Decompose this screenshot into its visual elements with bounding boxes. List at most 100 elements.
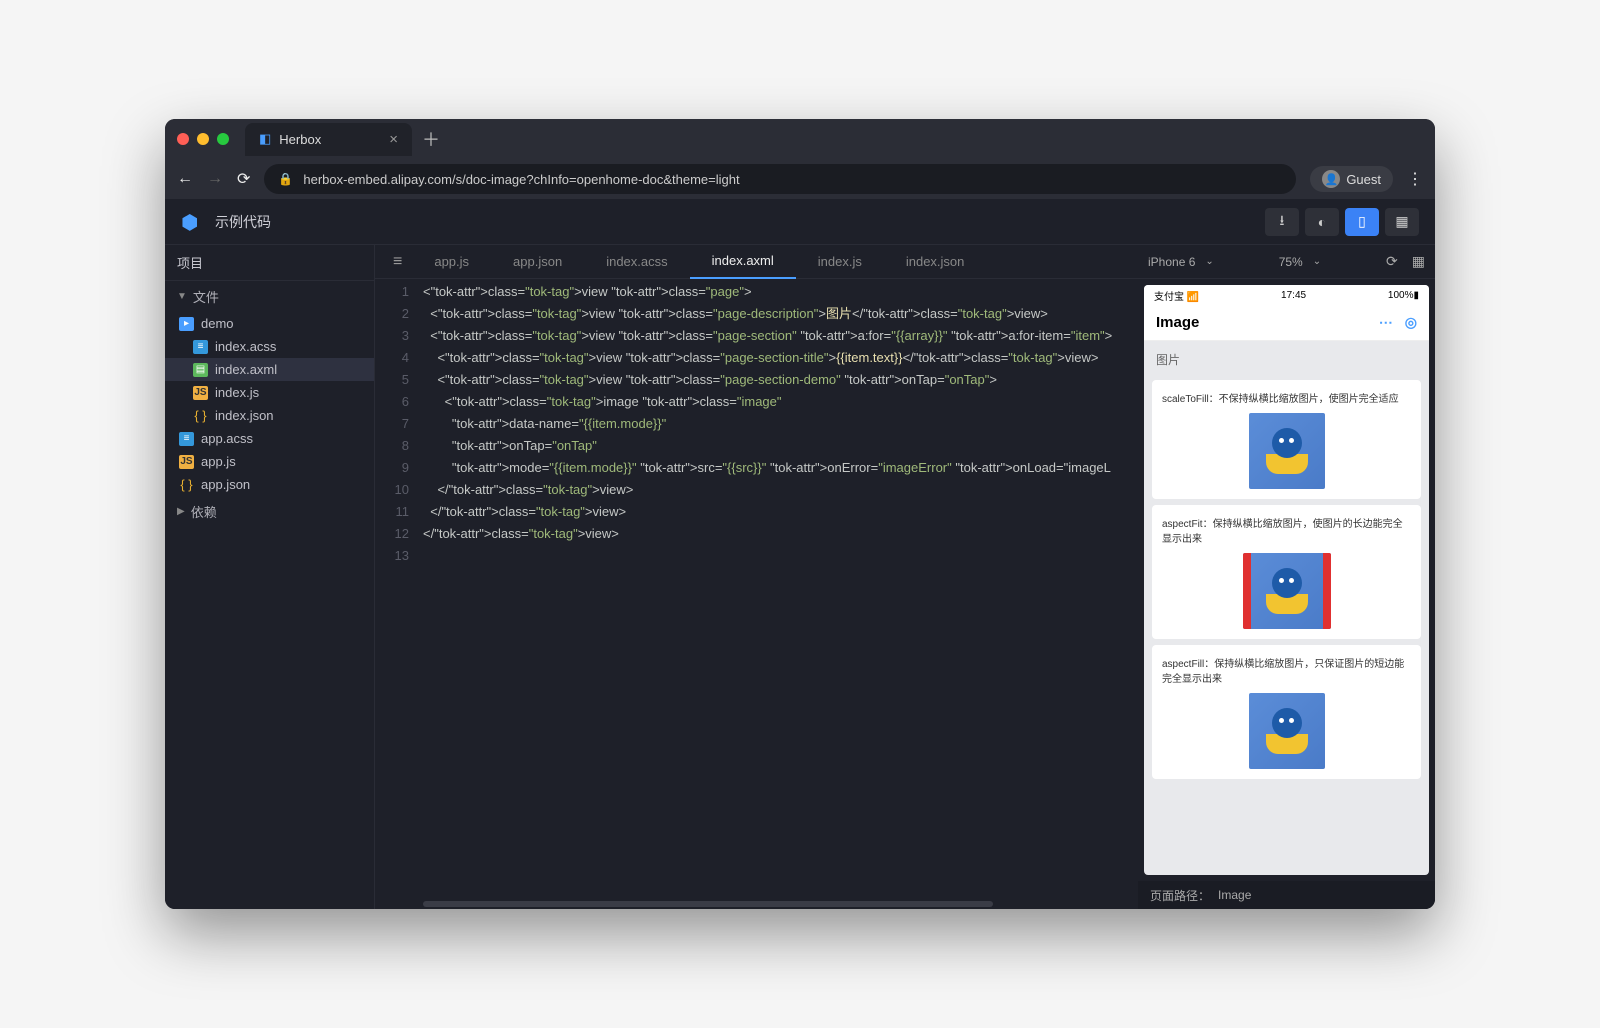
profile-label: Guest bbox=[1346, 172, 1381, 187]
demo-image[interactable] bbox=[1243, 553, 1331, 629]
editor-tab[interactable]: index.js bbox=[796, 245, 884, 279]
file-name: app.acss bbox=[201, 431, 253, 446]
editor-tab[interactable]: app.json bbox=[491, 245, 584, 279]
file-item-axml[interactable]: ▤ index.axml bbox=[165, 358, 374, 381]
battery-icon: ▮ bbox=[1413, 290, 1419, 301]
folder-item[interactable]: ▸ demo bbox=[165, 312, 374, 335]
demo-image[interactable] bbox=[1249, 693, 1325, 769]
sidebar-header: 项目 bbox=[165, 245, 374, 281]
folder-icon: ▸ bbox=[179, 317, 194, 331]
theme-button[interactable]: ◐ bbox=[1305, 208, 1339, 236]
url-text: herbox-embed.alipay.com/s/doc-image?chIn… bbox=[303, 172, 739, 187]
new-tab-button[interactable]: ＋ bbox=[422, 126, 440, 152]
section-label: 图片 bbox=[1144, 341, 1429, 374]
file-name: app.js bbox=[201, 454, 236, 469]
image-mode-card: aspectFill：保持纵横比缩放图片，只保证图片的短边能完全显示出来 bbox=[1152, 645, 1421, 779]
status-time: 17:45 bbox=[1281, 290, 1306, 301]
tab-title: Herbox bbox=[279, 132, 321, 147]
image-mode-card: aspectFit：保持纵横比缩放图片，使图片的长边能完全显示出来 bbox=[1152, 505, 1421, 639]
file-item-json[interactable]: { }app.json bbox=[165, 473, 374, 496]
sidebar-files-section[interactable]: ▼ 文件 bbox=[165, 281, 374, 312]
zoom-selector[interactable]: 75% ⌄ bbox=[1279, 255, 1321, 269]
file-name: demo bbox=[201, 316, 234, 331]
card-label: aspectFill：保持纵横比缩放图片，只保证图片的短边能完全显示出来 bbox=[1162, 655, 1411, 685]
editor-tab[interactable]: app.js bbox=[412, 245, 491, 279]
preview-panel: iPhone 6 ⌄ 75% ⌄ ⟳ ▦ 支付宝 📶 17:45 100%▮ bbox=[1138, 245, 1435, 909]
deps-label: 依赖 bbox=[191, 502, 217, 521]
device-selector[interactable]: iPhone 6 ⌄ bbox=[1148, 255, 1214, 269]
hamburger-icon[interactable]: ≡ bbox=[383, 253, 412, 271]
browser-url-bar: ← → ⟳ 🔒 herbox-embed.alipay.com/s/doc-im… bbox=[165, 159, 1435, 199]
file-tree: ▸ demo ≡ index.acss ▤ index.axml JS index.js { }… bbox=[165, 312, 374, 496]
acss-icon: ≡ bbox=[179, 432, 194, 446]
phone-nav-bar: Image ⋯ ◎ bbox=[1144, 305, 1429, 341]
file-item-acss[interactable]: ≡ app.acss bbox=[165, 427, 374, 450]
file-name: index.acss bbox=[215, 339, 276, 354]
file-item-acss[interactable]: ≡ index.acss bbox=[165, 335, 374, 358]
traffic-lights bbox=[177, 133, 229, 145]
json-icon: { } bbox=[193, 409, 208, 423]
footer-path: Image bbox=[1218, 888, 1251, 902]
lock-icon: 🔒 bbox=[278, 172, 293, 186]
avatar-icon: 👤 bbox=[1322, 170, 1340, 188]
image-mode-card: scaleToFill：不保持纵横比缩放图片，使图片完全适应 bbox=[1152, 380, 1421, 499]
app-logo-icon: ⬢ bbox=[181, 210, 205, 234]
reload-button[interactable]: ⟳ bbox=[237, 169, 250, 189]
editor-tabs: ≡ app.jsapp.jsonindex.acssindex.axmlinde… bbox=[375, 245, 1138, 279]
app-toolbar: ⬢ 示例代码 ⭳ ◐ ▯ ▦ bbox=[165, 199, 1435, 245]
preview-header: iPhone 6 ⌄ 75% ⌄ ⟳ ▦ bbox=[1138, 245, 1435, 279]
more-icon[interactable]: ⋯ bbox=[1379, 314, 1393, 331]
maximize-window-button[interactable] bbox=[217, 133, 229, 145]
file-name: index.axml bbox=[215, 362, 277, 377]
demo-image[interactable] bbox=[1249, 413, 1325, 489]
footer-label: 页面路径： bbox=[1150, 887, 1210, 904]
line-gutter: 12345678910111213 bbox=[375, 279, 419, 899]
js-icon: JS bbox=[193, 386, 208, 400]
file-name: index.json bbox=[215, 408, 274, 423]
grid-view-button[interactable]: ▦ bbox=[1385, 208, 1419, 236]
editor-tab[interactable]: index.axml bbox=[690, 245, 796, 279]
close-window-button[interactable] bbox=[177, 133, 189, 145]
axml-icon: ▤ bbox=[193, 363, 208, 377]
download-button[interactable]: ⭳ bbox=[1265, 208, 1299, 236]
file-item-json[interactable]: { } index.json bbox=[165, 404, 374, 427]
zoom-level: 75% bbox=[1279, 255, 1303, 269]
sidebar: 项目 ▼ 文件 ▸ demo ≡ index.acss ▤ index.axml JS ind… bbox=[165, 245, 375, 909]
acss-icon: ≡ bbox=[193, 340, 208, 354]
back-button[interactable]: ← bbox=[177, 170, 193, 188]
minimize-window-button[interactable] bbox=[197, 133, 209, 145]
file-item-js[interactable]: JS index.js bbox=[165, 381, 374, 404]
editor-tab[interactable]: index.json bbox=[884, 245, 987, 279]
chevron-down-icon: ▼ bbox=[177, 291, 187, 302]
file-item-js[interactable]: JS app.js bbox=[165, 450, 374, 473]
target-icon[interactable]: ◎ bbox=[1405, 314, 1417, 331]
scrollbar-thumb[interactable] bbox=[423, 901, 993, 907]
chevron-down-icon: ⌄ bbox=[1205, 256, 1213, 267]
menu-icon[interactable]: ⋮ bbox=[1407, 169, 1423, 189]
device-preview-button[interactable]: ▯ bbox=[1345, 208, 1379, 236]
close-tab-icon[interactable]: × bbox=[389, 131, 398, 148]
grid-icon[interactable]: ▦ bbox=[1412, 253, 1425, 270]
forward-button[interactable]: → bbox=[207, 170, 223, 188]
code-content[interactable]: <"tok-attr">class="tok-tag">view "tok-at… bbox=[419, 279, 1138, 899]
editor-tab[interactable]: index.acss bbox=[584, 245, 689, 279]
js-icon: JS bbox=[179, 455, 194, 469]
chevron-down-icon: ⌄ bbox=[1313, 256, 1321, 267]
card-label: aspectFit：保持纵横比缩放图片，使图片的长边能完全显示出来 bbox=[1162, 515, 1411, 545]
file-name: index.js bbox=[215, 385, 259, 400]
profile-badge[interactable]: 👤 Guest bbox=[1310, 166, 1393, 192]
phone-status-bar: 支付宝 📶 17:45 100%▮ bbox=[1144, 285, 1429, 305]
address-bar[interactable]: 🔒 herbox-embed.alipay.com/s/doc-image?ch… bbox=[264, 164, 1296, 194]
tab-favicon-icon: ◧ bbox=[259, 131, 271, 147]
window-titlebar: ◧ Herbox × ＋ bbox=[165, 119, 1435, 159]
main-area: 项目 ▼ 文件 ▸ demo ≡ index.acss ▤ index.axml JS ind… bbox=[165, 245, 1435, 909]
sidebar-deps-section[interactable]: ▶ 依赖 bbox=[165, 496, 374, 527]
device-name: iPhone 6 bbox=[1148, 255, 1195, 269]
code-area[interactable]: 12345678910111213 <"tok-attr">class="tok… bbox=[375, 279, 1138, 899]
nav-title: Image bbox=[1156, 314, 1199, 331]
refresh-preview-button[interactable]: ⟳ bbox=[1386, 253, 1398, 270]
horizontal-scrollbar[interactable] bbox=[375, 899, 1138, 909]
browser-window: ◧ Herbox × ＋ ← → ⟳ 🔒 herbox-embed.alipay… bbox=[165, 119, 1435, 909]
app-title: 示例代码 bbox=[215, 212, 271, 232]
browser-tab[interactable]: ◧ Herbox × bbox=[245, 123, 412, 156]
